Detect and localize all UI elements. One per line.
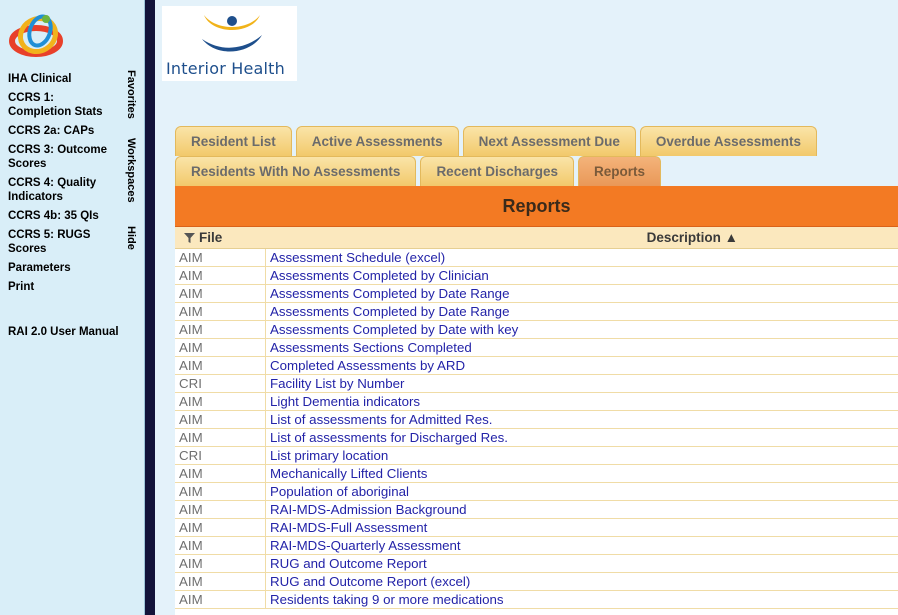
- table-row: AIM RAI-MDS-Quarterly Assessment: [175, 536, 898, 555]
- report-link[interactable]: RAI-MDS-Full Assessment: [266, 520, 427, 535]
- row-file: AIM: [175, 464, 266, 483]
- nav-ccrs3-outcome-scores[interactable]: CCRS 3: Outcome Scores: [8, 143, 120, 171]
- report-link[interactable]: Assessments Sections Completed: [266, 340, 472, 355]
- reports-panel: Reports File Description ▲ AIM Assessment…: [175, 186, 898, 615]
- column-header-description[interactable]: Description ▲: [266, 230, 898, 245]
- table-row: AIM Assessments Completed by Date Range: [175, 302, 898, 321]
- row-file: AIM: [175, 590, 266, 609]
- row-file: AIM: [175, 338, 266, 357]
- table-row: AIM Population of aboriginal: [175, 482, 898, 501]
- report-link[interactable]: Population of aboriginal: [266, 484, 409, 499]
- sidebar-divider[interactable]: [145, 0, 155, 615]
- table-row: AIM RAI-MDS-Admission Background: [175, 500, 898, 519]
- column-header-file-label: File: [199, 230, 223, 245]
- tab-row-2: Residents With No Assessments Recent Dis…: [175, 156, 665, 188]
- report-link[interactable]: Assessments Completed by Clinician: [266, 268, 489, 283]
- report-link[interactable]: Completed Assessments by ARD: [266, 358, 465, 373]
- main-content: Interior Health Resident List Active Ass…: [155, 0, 898, 615]
- table-row: AIM List of assessments for Admitted Res.: [175, 410, 898, 429]
- reports-table: AIM Assessment Schedule (excel) AIM Assessm…: [175, 248, 898, 609]
- table-row: AIM Assessments Completed by Date Range: [175, 284, 898, 303]
- report-link[interactable]: List of assessments for Admitted Res.: [266, 412, 492, 427]
- report-link[interactable]: Light Dementia indicators: [266, 394, 420, 409]
- brand-name: Interior Health: [166, 59, 285, 78]
- report-link[interactable]: Facility List by Number: [266, 376, 404, 391]
- tab-next-assessment-due[interactable]: Next Assessment Due: [462, 126, 636, 156]
- report-link[interactable]: Assessment Schedule (excel): [266, 250, 445, 265]
- tab-overdue-assessments[interactable]: Overdue Assessments: [639, 126, 817, 156]
- row-file: AIM: [175, 500, 266, 519]
- nav-ccrs1-completion-stats[interactable]: CCRS 1: Completion Stats: [8, 91, 120, 119]
- row-file: AIM: [175, 302, 266, 321]
- tab-active-assessments[interactable]: Active Assessments: [295, 126, 459, 156]
- table-row: CRI List primary location: [175, 446, 898, 465]
- report-link[interactable]: List primary location: [266, 448, 388, 463]
- row-file: AIM: [175, 410, 266, 429]
- nav-ccrs4b-35-qis[interactable]: CCRS 4b: 35 QIs: [8, 209, 120, 223]
- tab-recent-discharges[interactable]: Recent Discharges: [420, 156, 574, 186]
- table-row: AIM Assessments Completed by Date with ke…: [175, 320, 898, 339]
- table-row: AIM List of assessments for Discharged Re…: [175, 428, 898, 447]
- report-link[interactable]: Residents taking 9 or more medications: [266, 592, 504, 607]
- table-row: AIM Completed Assessments by ARD: [175, 356, 898, 375]
- row-file: AIM: [175, 266, 266, 285]
- vtab-hide[interactable]: Hide: [122, 226, 140, 250]
- table-row: AIM Residents taking 9 or more medication…: [175, 590, 898, 609]
- row-file: AIM: [175, 518, 266, 537]
- table-row: AIM RAI-MDS-Full Assessment: [175, 518, 898, 537]
- nav-ccrs2a-caps[interactable]: CCRS 2a: CAPs: [8, 124, 120, 138]
- nav-parameters[interactable]: Parameters: [8, 261, 120, 275]
- row-file: AIM: [175, 320, 266, 339]
- row-file: AIM: [175, 536, 266, 555]
- report-link[interactable]: List of assessments for Discharged Res.: [266, 430, 508, 445]
- row-file: AIM: [175, 572, 266, 591]
- nav-print[interactable]: Print: [8, 280, 120, 294]
- tab-row-1: Resident List Active Assessments Next As…: [175, 126, 821, 158]
- report-link[interactable]: Assessments Completed by Date with key: [266, 322, 518, 337]
- report-link[interactable]: Mechanically Lifted Clients: [266, 466, 427, 481]
- tab-resident-list[interactable]: Resident List: [175, 126, 292, 156]
- report-link[interactable]: Assessments Completed by Date Range: [266, 304, 509, 319]
- filter-icon[interactable]: [184, 233, 195, 243]
- row-file: AIM: [175, 284, 266, 303]
- table-header: File Description ▲: [175, 227, 898, 249]
- row-file: AIM: [175, 248, 266, 267]
- row-file: AIM: [175, 392, 266, 411]
- row-file: CRI: [175, 446, 266, 465]
- table-row: AIM Assessments Sections Completed: [175, 338, 898, 357]
- table-row: AIM Mechanically Lifted Clients: [175, 464, 898, 483]
- column-header-file[interactable]: File: [175, 230, 266, 245]
- panel-title: Reports: [175, 186, 898, 227]
- nav-ccrs5-rugs-scores[interactable]: CCRS 5: RUGS Scores: [8, 228, 120, 256]
- table-row: AIM Assessment Schedule (excel): [175, 248, 898, 267]
- report-link[interactable]: Assessments Completed by Date Range: [266, 286, 509, 301]
- vtab-favorites[interactable]: Favorites: [122, 70, 140, 119]
- tab-residents-no-assessments[interactable]: Residents With No Assessments: [175, 156, 417, 186]
- nav-rai-user-manual[interactable]: RAI 2.0 User Manual: [8, 325, 120, 339]
- vertical-tab-strip: Favorites Workspaces Hide: [120, 66, 144, 256]
- table-row: AIM Assessments Completed by Clinician: [175, 266, 898, 285]
- table-row: CRI Facility List by Number: [175, 374, 898, 393]
- row-file: CRI: [175, 374, 266, 393]
- row-file: AIM: [175, 356, 266, 375]
- row-file: AIM: [175, 482, 266, 501]
- interior-health-logo-icon: [202, 15, 262, 52]
- nav-ccrs4-quality-indicators[interactable]: CCRS 4: Quality Indicators: [8, 176, 120, 204]
- vtab-workspaces[interactable]: Workspaces: [122, 138, 140, 203]
- row-file: AIM: [175, 428, 266, 447]
- app-logo-icon: [9, 14, 63, 57]
- report-link[interactable]: RAI-MDS-Admission Background: [266, 502, 467, 517]
- brand-logo: Interior Health: [162, 6, 297, 81]
- report-link[interactable]: RUG and Outcome Report (excel): [266, 574, 470, 589]
- sidebar-nav: IHA Clinical CCRS 1: Completion Stats CC…: [8, 72, 120, 344]
- table-row: AIM RUG and Outcome Report (excel): [175, 572, 898, 591]
- table-row: AIM Light Dementia indicators: [175, 392, 898, 411]
- sidebar: IHA Clinical CCRS 1: Completion Stats CC…: [0, 0, 145, 615]
- report-link[interactable]: RUG and Outcome Report: [266, 556, 427, 571]
- nav-iha-clinical[interactable]: IHA Clinical: [8, 72, 120, 86]
- row-file: AIM: [175, 554, 266, 573]
- report-link[interactable]: RAI-MDS-Quarterly Assessment: [266, 538, 461, 553]
- tab-reports[interactable]: Reports: [578, 156, 662, 186]
- table-row: AIM RUG and Outcome Report: [175, 554, 898, 573]
